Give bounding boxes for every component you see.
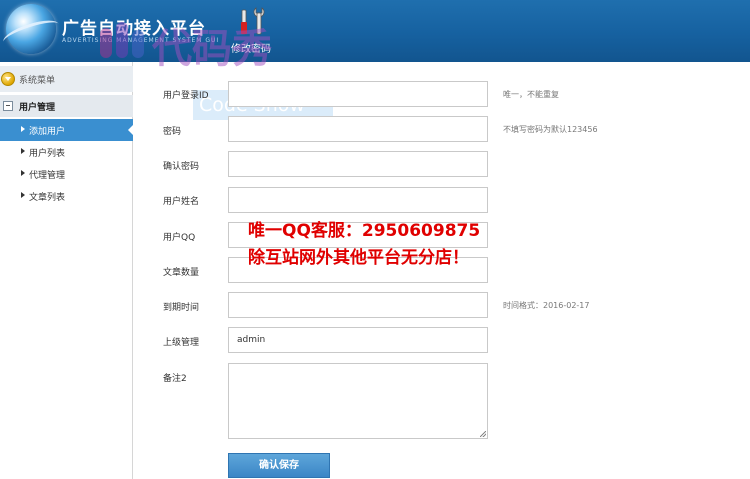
remark-textarea[interactable] — [228, 363, 488, 439]
app-title: 广告自动接入平台 — [62, 19, 206, 39]
collapse-box-icon — [3, 101, 13, 111]
menu-toggle-icon — [1, 72, 15, 86]
user-name-input[interactable] — [228, 187, 488, 213]
caret-right-icon — [21, 126, 25, 132]
label-user-qq: 用户QQ — [163, 233, 196, 243]
tools-icon — [241, 7, 265, 35]
password-input[interactable] — [228, 116, 488, 142]
caret-right-icon — [21, 148, 25, 154]
change-password-button[interactable]: 修改密码 — [228, 4, 274, 56]
sidebar-item-label: 添加用户 — [29, 127, 66, 137]
label-password: 密码 — [163, 127, 182, 137]
sidebar-group-label: 用户管理 — [19, 103, 56, 113]
app-header: 广告自动接入平台 ADVERTISING MANAGEMENT SYSTEM G… — [0, 0, 750, 62]
sidebar-item-label: 文章列表 — [29, 193, 66, 203]
login-id-input[interactable] — [228, 81, 488, 107]
sidebar-item-label: 用户列表 — [29, 149, 66, 159]
label-expire-time: 到期时间 — [163, 303, 200, 313]
sidebar-menu-title: 系统菜单 — [19, 76, 56, 86]
promo-line-qq: 唯一QQ客服：2950609875 — [248, 221, 481, 241]
change-password-label: 修改密码 — [231, 44, 271, 55]
sidebar-item-article-list[interactable]: 文章列表 — [0, 185, 133, 207]
label-article-count: 文章数量 — [163, 268, 200, 278]
caret-right-icon — [21, 170, 25, 176]
expire-time-input[interactable] — [228, 292, 488, 318]
confirm-save-button[interactable]: 确认保存 — [228, 453, 330, 478]
caret-right-icon — [21, 192, 25, 198]
superior-admin-field[interactable]: admin — [228, 327, 488, 353]
resize-grip-icon[interactable] — [480, 431, 486, 437]
sidebar-item-label: 代理管理 — [29, 171, 66, 181]
sidebar-item-add-user[interactable]: 添加用户 — [0, 119, 134, 141]
sidebar-group-user-management[interactable]: 用户管理 — [0, 95, 133, 117]
label-remark: 备注2 — [163, 374, 187, 384]
confirm-password-input[interactable] — [228, 151, 488, 177]
sidebar: 系统菜单 用户管理 添加用户 用户列表 代理管理 文章列表 — [0, 62, 134, 479]
sidebar-item-user-list[interactable]: 用户列表 — [0, 141, 133, 163]
hint-expire-time: 时间格式：2016-02-17 — [503, 301, 590, 310]
app-subtitle: ADVERTISING MANAGEMENT SYSTEM GUI — [62, 37, 220, 44]
label-superior-admin: 上级管理 — [163, 338, 200, 348]
hint-login-id: 唯一，不能重复 — [503, 90, 559, 99]
sidebar-menu-header[interactable]: 系统菜单 — [0, 66, 133, 92]
label-login-id: 用户登录ID — [163, 91, 209, 101]
sidebar-item-agent-management[interactable]: 代理管理 — [0, 163, 133, 185]
label-confirm-password: 确认密码 — [163, 162, 200, 172]
hint-password: 不填写密码为默认123456 — [503, 125, 598, 134]
label-user-name: 用户姓名 — [163, 197, 200, 207]
promo-line-store: 除互站网外其他平台无分店！ — [248, 248, 469, 268]
